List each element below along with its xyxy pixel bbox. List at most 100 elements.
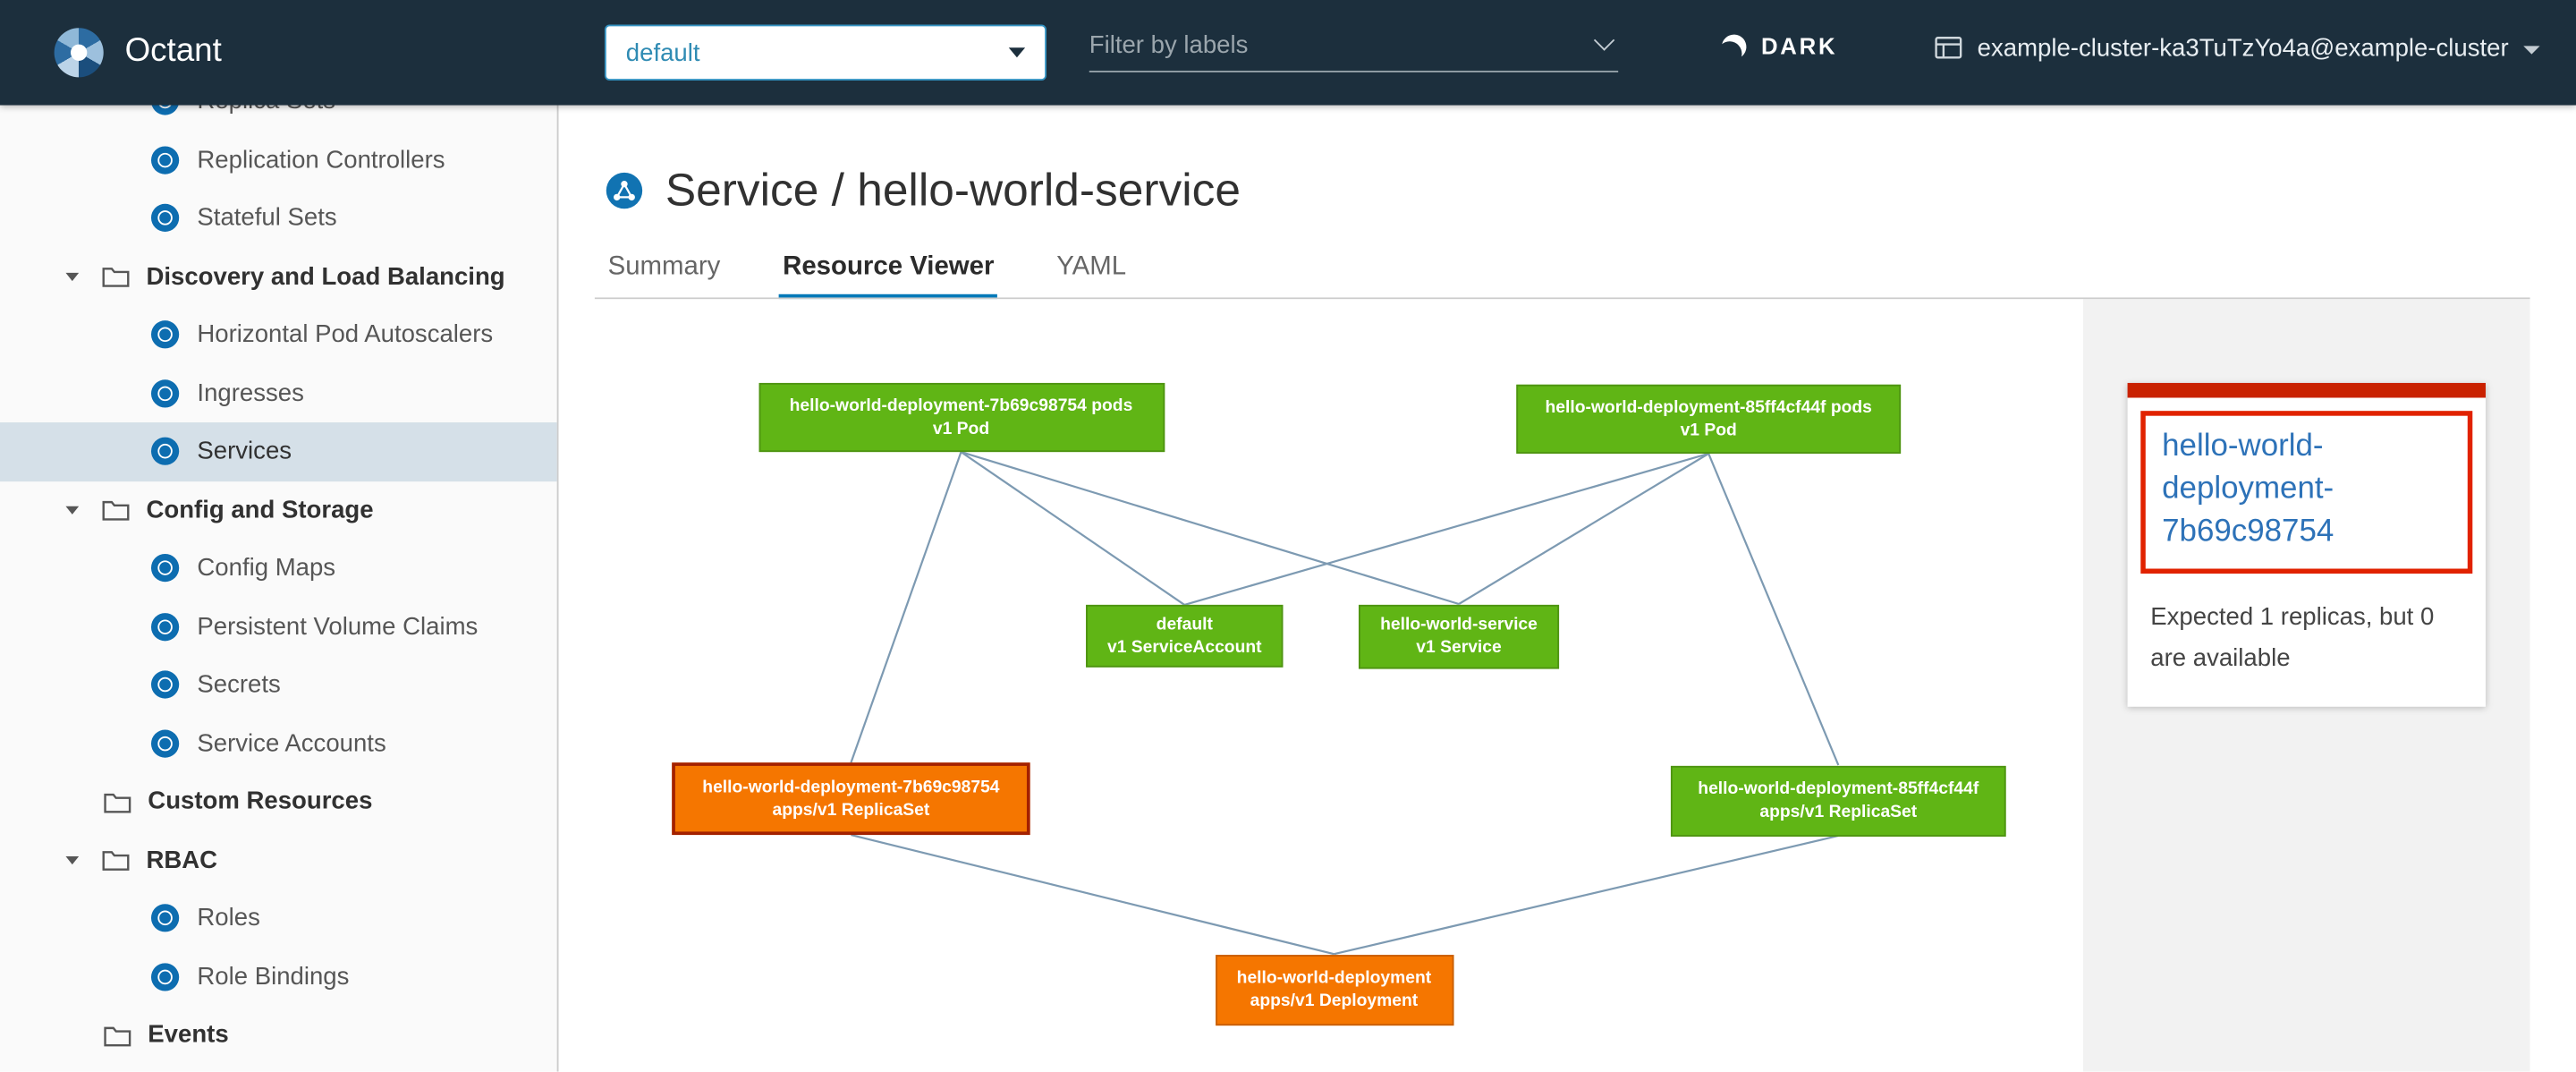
sidebar-item-label: Role Bindings — [197, 963, 349, 991]
node-kind: v1 Service — [1416, 636, 1501, 659]
role-bindings-icon — [151, 963, 179, 991]
roles-icon — [151, 905, 179, 932]
tab-yaml[interactable]: YAML — [1054, 250, 1130, 299]
sidebar-item-ingresses[interactable]: Ingresses — [0, 364, 557, 422]
detail-status-message: Expected 1 replicas, but 0 are available — [2128, 586, 2486, 706]
cluster-context-label: example-cluster-ka3TuTzYo4a@example-clus… — [1978, 34, 2509, 62]
sidebar-item-label: Stateful Sets — [197, 204, 336, 232]
folder-icon — [104, 1024, 131, 1047]
node-kind: v1 ServiceAccount — [1107, 636, 1262, 659]
sidebar-nav: Replica Sets Replication Controllers State… — [0, 106, 558, 1072]
sidebar-item-label: Secrets — [197, 671, 280, 699]
chevron-down-icon[interactable] — [65, 855, 79, 864]
node-name: hello-world-deployment-85ff4cf44f pods — [1546, 396, 1872, 419]
label-filter — [1089, 20, 1618, 72]
sidebar-item-label: Replica Sets — [197, 106, 335, 115]
app-header: Octant default DARK example-cluster-ka3T… — [0, 0, 2576, 106]
node-name: hello-world-deployment — [1237, 966, 1432, 990]
sidebar-item-label: Service Accounts — [197, 729, 386, 757]
sidebar-item-roles[interactable]: Roles — [0, 889, 557, 948]
sidebar-item-label: Config and Storage — [146, 496, 373, 523]
node-name: default — [1157, 613, 1213, 636]
sidebar-item-persistent-volume-claims[interactable]: Persistent Volume Claims — [0, 598, 557, 656]
sidebar-item-label: Roles — [197, 905, 259, 932]
ingresses-icon — [151, 379, 179, 407]
graph-node-service-hello-world-service[interactable]: hello-world-servicev1 Service — [1359, 604, 1559, 668]
horizontal-pod-autoscalers-icon — [151, 321, 179, 349]
chevron-down-icon[interactable] — [65, 506, 79, 514]
sidebar-item-replica-sets[interactable]: Replica Sets — [0, 106, 557, 131]
sidebar-item-label: Events — [148, 1021, 228, 1049]
namespace-select-value: default — [626, 38, 1009, 66]
selected-node-box: hello-world-deployment-7b69c98754 — [2140, 411, 2472, 573]
node-kind: apps/v1 ReplicaSet — [1759, 800, 1917, 823]
page-title-row: Service / hello-world-service — [605, 165, 1241, 217]
service-icon — [605, 171, 644, 210]
chevron-down-icon[interactable] — [65, 272, 79, 280]
sidebar-item-custom-resources[interactable]: Custom Resources — [0, 772, 557, 830]
detail-panel: hello-world-deployment-7b69c98754 Expect… — [2083, 299, 2530, 1071]
theme-toggle-label: DARK — [1761, 33, 1837, 59]
sidebar-item-replication-controllers[interactable]: Replication Controllers — [0, 131, 557, 189]
node-kind: v1 Pod — [933, 418, 989, 441]
node-name: hello-world-deployment-85ff4cf44f — [1698, 777, 1979, 800]
app-title: Octant — [125, 33, 222, 71]
sidebar-item-secrets[interactable]: Secrets — [0, 656, 557, 714]
node-name: hello-world-service — [1380, 613, 1538, 636]
secrets-icon — [151, 671, 179, 699]
theme-toggle[interactable]: DARK — [1722, 33, 1837, 59]
sidebar-item-label: Ingresses — [197, 379, 303, 407]
sidebar-item-role-bindings[interactable]: Role Bindings — [0, 948, 557, 1006]
namespace-select[interactable]: default — [605, 25, 1046, 81]
sidebar-item-services[interactable]: Services — [0, 422, 557, 481]
sidebar-item-label: Horizontal Pod Autoscalers — [197, 321, 493, 349]
sidebar-item-label: Discovery and Load Balancing — [146, 262, 504, 290]
replica-sets-icon — [151, 106, 179, 115]
sidebar-item-discovery-and-load-balancing[interactable]: Discovery and Load Balancing — [0, 247, 557, 305]
tab-bar: Summary Resource Viewer YAML — [605, 250, 1185, 299]
node-name: hello-world-deployment-7b69c98754 pods — [790, 395, 1133, 418]
chevron-down-icon[interactable] — [1594, 30, 1614, 50]
sidebar-item-label: Services — [197, 438, 292, 465]
caret-down-icon — [1009, 47, 1025, 57]
node-kind: v1 Pod — [1681, 419, 1737, 442]
sidebar-item-config-and-storage[interactable]: Config and Storage — [0, 481, 557, 539]
octant-logo-icon — [55, 28, 104, 77]
sidebar-item-label: Custom Resources — [148, 787, 372, 815]
node-kind: apps/v1 ReplicaSet — [773, 799, 930, 822]
sidebar-item-rbac[interactable]: RBAC — [0, 830, 557, 889]
services-icon — [151, 438, 179, 465]
resource-viewer-graph: hello-world-deployment-7b69c98754 podsv1… — [558, 299, 2082, 1071]
folder-icon — [102, 848, 130, 872]
sidebar-item-service-accounts[interactable]: Service Accounts — [0, 714, 557, 772]
sidebar-item-label: Replication Controllers — [197, 146, 445, 174]
graph-node-replicaset-85ff4cf44f[interactable]: hello-world-deployment-85ff4cf44fapps/v1… — [1671, 765, 2006, 836]
label-filter-input[interactable] — [1089, 31, 1597, 59]
tab-resource-viewer[interactable]: Resource Viewer — [779, 250, 997, 299]
chevron-down-icon — [2523, 46, 2539, 54]
graph-node-replicaset-7b69c98754[interactable]: hello-world-deployment-7b69c98754apps/v1… — [672, 762, 1030, 835]
sidebar-item-label: RBAC — [146, 846, 217, 873]
cluster-context-selector[interactable]: example-cluster-ka3TuTzYo4a@example-clus… — [1933, 33, 2540, 63]
octant-window: Octant default DARK example-cluster-ka3T… — [0, 0, 2576, 1072]
tab-summary[interactable]: Summary — [605, 250, 724, 299]
graph-node-pod-85ff4cf44f[interactable]: hello-world-deployment-85ff4cf44f podsv1… — [1516, 385, 1901, 454]
cluster-icon — [1933, 33, 1962, 63]
sidebar-item-events[interactable]: Events — [0, 1006, 557, 1064]
graph-node-deployment-hello-world-deployment[interactable]: hello-world-deploymentapps/v1 Deployment — [1215, 954, 1453, 1025]
detail-card: hello-world-deployment-7b69c98754 Expect… — [2128, 383, 2486, 706]
sidebar-item-stateful-sets[interactable]: Stateful Sets — [0, 189, 557, 247]
graph-node-pod-7b69c98754[interactable]: hello-world-deployment-7b69c98754 podsv1… — [758, 383, 1165, 452]
folder-icon — [104, 790, 131, 813]
graph-node-serviceaccount-default[interactable]: defaultv1 ServiceAccount — [1086, 605, 1283, 668]
detail-node-link[interactable]: hello-world-deployment-7b69c98754 — [2162, 426, 2451, 555]
config-maps-icon — [151, 554, 179, 582]
stateful-sets-icon — [151, 204, 179, 232]
folder-icon — [102, 498, 130, 522]
moon-icon — [1718, 30, 1750, 62]
status-error-bar — [2128, 383, 2486, 398]
sidebar-item-label: Persistent Volume Claims — [197, 613, 478, 641]
sidebar-item-config-maps[interactable]: Config Maps — [0, 539, 557, 597]
node-name: hello-world-deployment-7b69c98754 — [702, 776, 999, 799]
sidebar-item-horizontal-pod-autoscalers[interactable]: Horizontal Pod Autoscalers — [0, 306, 557, 364]
